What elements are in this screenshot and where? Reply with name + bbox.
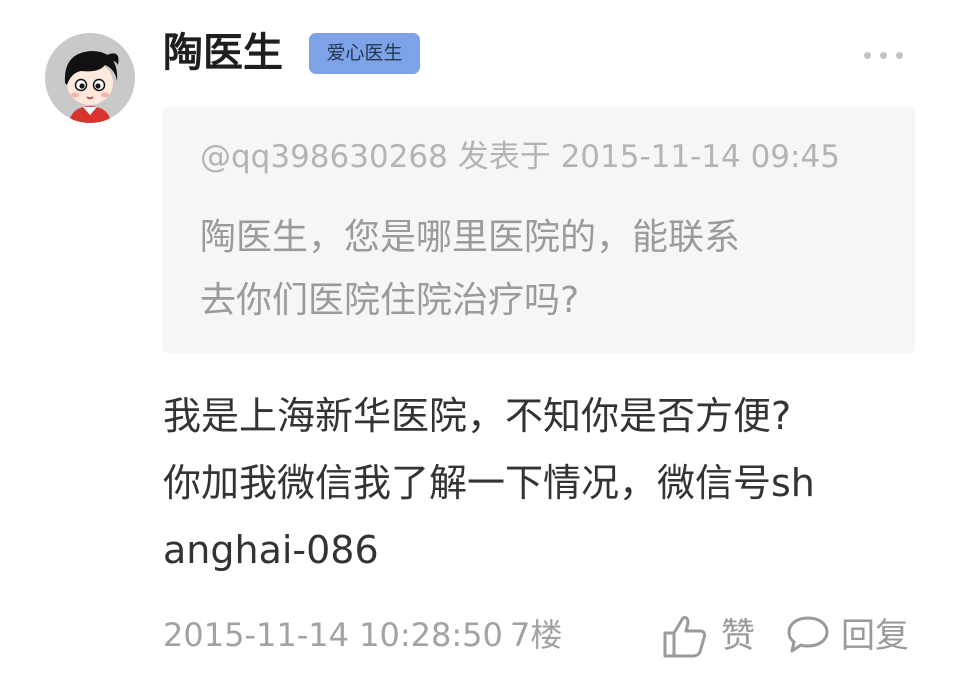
more-dot xyxy=(896,52,903,59)
reply-button[interactable]: 回复 xyxy=(785,608,915,664)
reply-text: 我是上海新华医院，不知你是否方便? 你加我微信我了解一下情况，微信号sh ang… xyxy=(163,394,815,572)
username[interactable]: 陶医生 xyxy=(163,28,283,78)
more-dot xyxy=(880,52,887,59)
cartoon-avatar-icon xyxy=(45,33,135,123)
avatar[interactable] xyxy=(45,33,135,123)
quoted-comment: @qq398630268 发表于 2015-11-14 09:45 陶医生，您是… xyxy=(162,107,915,353)
more-icon[interactable] xyxy=(858,42,908,68)
doctor-badge: 爱心医生 xyxy=(309,33,420,74)
comment-bubble-icon xyxy=(785,612,831,662)
quote-text: 陶医生，您是哪里医院的，能联系 去你们医院住院治疗吗? xyxy=(200,217,741,321)
thumbs-up-icon xyxy=(661,612,709,664)
post-time: 2015-11-14 10:28:50 xyxy=(163,616,503,654)
like-button[interactable]: 赞 xyxy=(661,608,761,664)
reply-label: 回复 xyxy=(841,616,909,656)
like-label: 赞 xyxy=(721,616,755,656)
quote-meta: @qq398630268 发表于 2015-11-14 09:45 xyxy=(200,139,840,175)
floor-number: 7楼 xyxy=(510,616,563,654)
more-dot xyxy=(864,52,871,59)
